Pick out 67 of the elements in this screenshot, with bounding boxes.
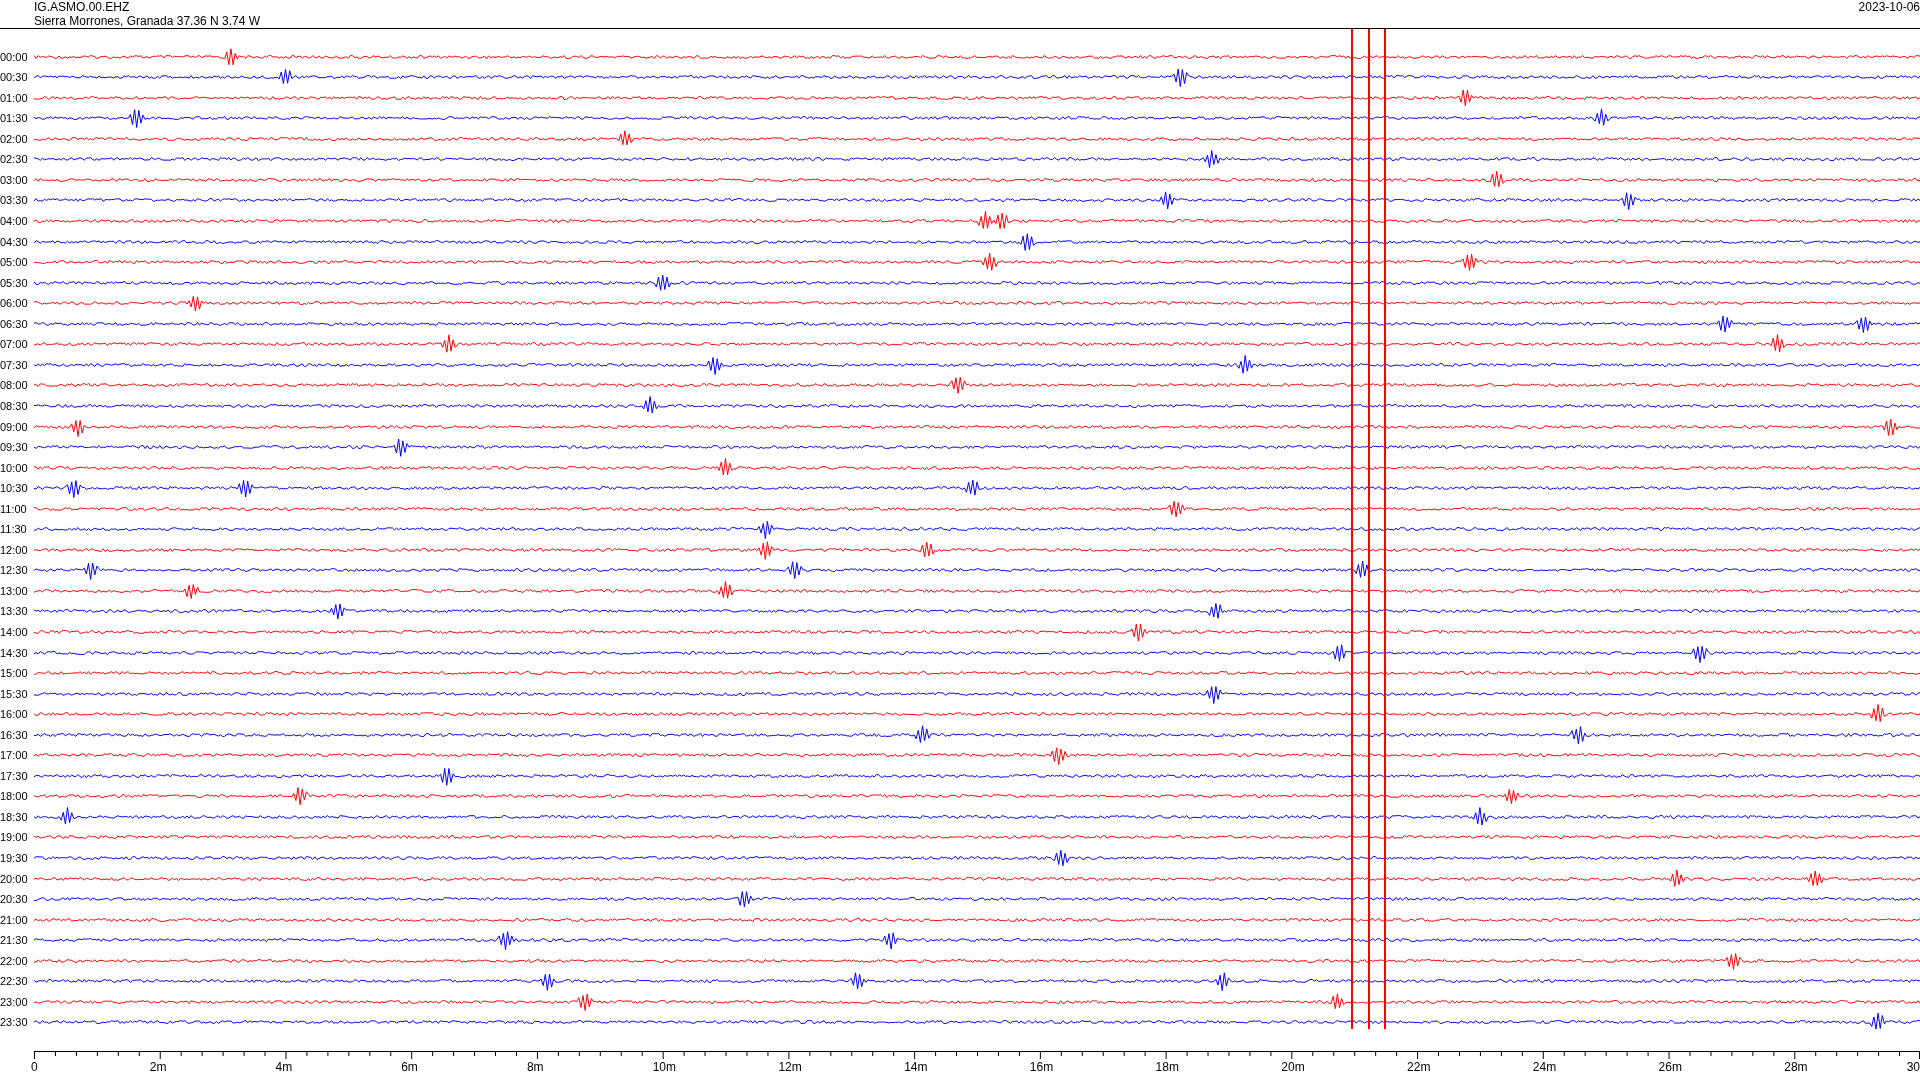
- time-label: 09:30: [0, 441, 29, 454]
- time-label: 17:30: [0, 769, 29, 782]
- axis-label: 30: [1906, 1059, 1920, 1074]
- time-label: 19:30: [0, 852, 29, 864]
- axis-label: 26m: [1658, 1059, 1682, 1074]
- axis-label: 10m: [652, 1059, 676, 1074]
- axis-label: 2m: [149, 1059, 167, 1074]
- time-label: 01:30: [0, 112, 29, 125]
- time-label: 20:00: [0, 872, 29, 885]
- station-code: IG.ASMO.00.EHZ: [34, 0, 131, 14]
- time-label: 11:30: [0, 523, 28, 536]
- time-label: 02:00: [0, 132, 29, 145]
- time-label: 19:00: [0, 831, 29, 844]
- time-label: 22:30: [0, 975, 29, 988]
- time-label: 07:00: [0, 338, 29, 351]
- time-label: 15:00: [0, 667, 29, 680]
- time-label: 06:00: [0, 297, 29, 310]
- plot-date: 2023-10-06: [1858, 0, 1920, 16]
- time-label: 05:00: [0, 256, 29, 269]
- time-label: 14:30: [0, 646, 29, 659]
- time-label: 22:00: [0, 954, 29, 967]
- time-label: 04:30: [0, 235, 29, 248]
- axis-label: 24m: [1532, 1059, 1557, 1074]
- axis-label: 12m: [778, 1059, 802, 1074]
- time-label: 02:30: [0, 153, 29, 166]
- time-label: 12:30: [0, 564, 29, 577]
- time-label: 23:30: [0, 1016, 29, 1029]
- time-label: 18:30: [0, 810, 29, 823]
- time-label: 01:00: [0, 91, 29, 104]
- time-label: 21:00: [0, 913, 29, 926]
- time-label: 07:30: [0, 358, 29, 371]
- time-label: 04:00: [0, 215, 29, 228]
- time-label: 16:00: [0, 708, 29, 721]
- time-label: 21:30: [0, 934, 29, 947]
- time-label: 11:00: [0, 502, 28, 515]
- time-label: 05:30: [0, 276, 29, 289]
- axis-label: 6m: [401, 1059, 418, 1074]
- axis-label: 8m: [526, 1059, 544, 1074]
- time-label: 23:00: [0, 995, 29, 1008]
- axis-label: 14m: [904, 1059, 928, 1074]
- time-label: 00:00: [0, 50, 29, 63]
- axis-label: 4m: [275, 1059, 293, 1074]
- time-label: 15:30: [0, 687, 29, 700]
- time-label: 20:30: [0, 893, 29, 906]
- time-label: 00:30: [0, 71, 29, 84]
- time-label: 08:30: [0, 399, 29, 412]
- time-label: 14:00: [0, 625, 29, 638]
- axis-label: 16m: [1029, 1059, 1054, 1074]
- time-label: 17:00: [0, 749, 29, 762]
- axis-label: 0: [31, 1059, 38, 1074]
- axis-label: 22m: [1407, 1059, 1431, 1074]
- axis-label: 28m: [1784, 1059, 1808, 1074]
- time-label: 10:00: [0, 461, 29, 474]
- time-label: 09:00: [0, 420, 29, 433]
- time-label: 03:30: [0, 194, 29, 207]
- time-label: 16:30: [0, 728, 29, 741]
- time-label: 03:00: [0, 173, 29, 186]
- time-label: 13:30: [0, 605, 29, 618]
- time-label: 10:30: [0, 482, 29, 495]
- time-label: 12:00: [0, 543, 29, 556]
- station-location: Sierra Morrones, Granada 37.36 N 3.74 W: [34, 14, 261, 28]
- axis-label: 20m: [1281, 1059, 1305, 1074]
- time-label: 18:00: [0, 790, 29, 803]
- axis-label: 18m: [1155, 1059, 1179, 1074]
- time-label: 08:00: [0, 379, 29, 392]
- time-label: 06:30: [0, 317, 29, 330]
- time-label: 13:00: [0, 584, 29, 597]
